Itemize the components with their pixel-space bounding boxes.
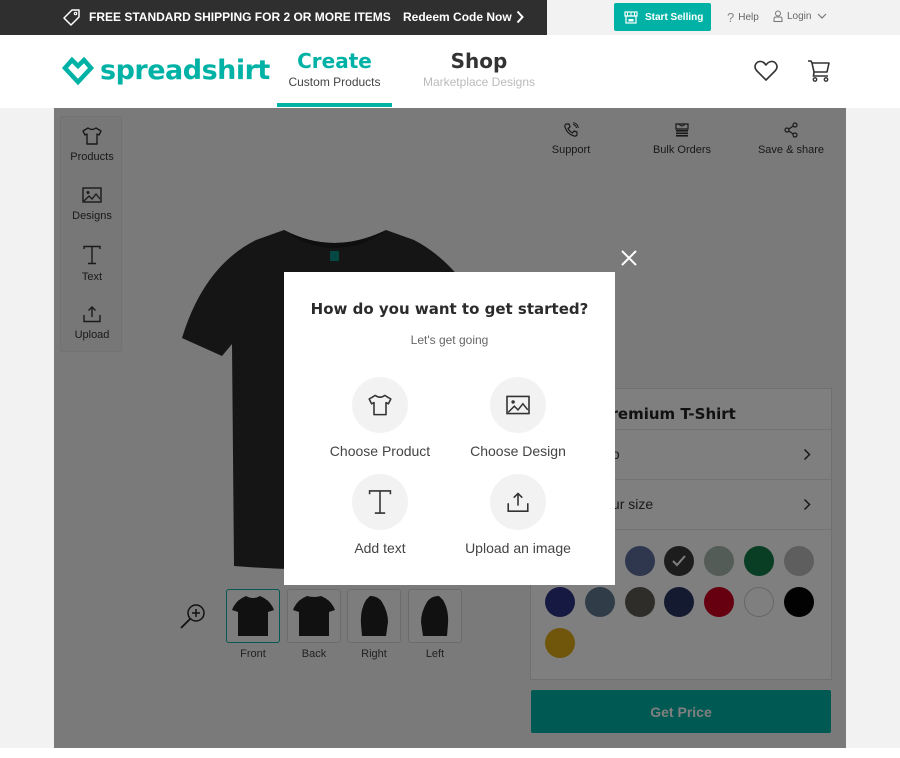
page-footer-strip — [0, 748, 900, 758]
page: FREE STANDARD SHIPPING FOR 2 OR MORE ITE… — [0, 0, 900, 758]
help-link[interactable]: ? Help — [727, 10, 759, 25]
cart-icon[interactable] — [807, 59, 831, 83]
top-bar: FREE STANDARD SHIPPING FOR 2 OR MORE ITE… — [0, 0, 900, 35]
logo-text: spreadshirt — [100, 55, 270, 86]
get-started-modal: How do you want to get started? Let's ge… — [284, 272, 615, 585]
chevron-down-icon — [818, 13, 827, 19]
upload-image-label: Upload an image — [465, 540, 571, 556]
modal-title: How do you want to get started? — [310, 300, 589, 318]
redeem-code-link[interactable]: Redeem Code Now — [403, 10, 512, 24]
tshirt-icon — [368, 394, 392, 416]
wishlist-heart-icon[interactable] — [754, 60, 778, 82]
text-icon — [368, 490, 392, 514]
promo-banner: FREE STANDARD SHIPPING FOR 2 OR MORE ITE… — [0, 0, 547, 35]
logo-heart-icon — [62, 56, 94, 85]
upload-image-option[interactable]: Upload an image — [448, 474, 588, 556]
login-menu[interactable]: Login — [773, 10, 831, 22]
add-text-option[interactable]: Add text — [310, 474, 450, 556]
user-icon — [773, 10, 783, 22]
promo-text: FREE STANDARD SHIPPING FOR 2 OR MORE ITE… — [89, 10, 391, 24]
image-icon — [506, 395, 530, 415]
tab-shop[interactable]: Shop Marketplace Designs — [416, 49, 542, 89]
active-tab-indicator — [277, 103, 392, 107]
spreadshirt-logo[interactable]: spreadshirt — [62, 55, 270, 86]
start-selling-label: Start Selling — [645, 11, 704, 23]
tab-shop-title: Shop — [450, 49, 508, 73]
option-circle — [352, 377, 408, 433]
help-label: Help — [738, 12, 759, 23]
tab-create[interactable]: Create Custom Products — [277, 49, 392, 89]
login-label: Login — [787, 10, 812, 22]
choose-design-option[interactable]: Choose Design — [448, 377, 588, 459]
option-circle — [490, 377, 546, 433]
question-icon: ? — [727, 10, 735, 25]
site-header: spreadshirt Create Custom Products Shop … — [0, 35, 900, 108]
store-icon — [624, 10, 638, 24]
choose-design-label: Choose Design — [470, 443, 566, 459]
modal-subtitle: Let's get going — [410, 333, 489, 347]
option-circle — [490, 474, 546, 530]
tab-shop-subtitle: Marketplace Designs — [422, 75, 536, 89]
add-text-label: Add text — [354, 540, 406, 556]
option-circle — [352, 474, 408, 530]
tab-create-title: Create — [297, 49, 372, 73]
choose-product-label: Choose Product — [329, 443, 431, 459]
tab-create-subtitle: Custom Products — [288, 75, 381, 89]
chevron-right-icon[interactable] — [516, 10, 524, 24]
start-selling-button[interactable]: Start Selling — [614, 3, 711, 31]
choose-product-option[interactable]: Choose Product — [310, 377, 450, 459]
close-icon[interactable] — [620, 249, 638, 267]
upload-icon — [507, 492, 529, 512]
tag-icon — [63, 9, 80, 26]
